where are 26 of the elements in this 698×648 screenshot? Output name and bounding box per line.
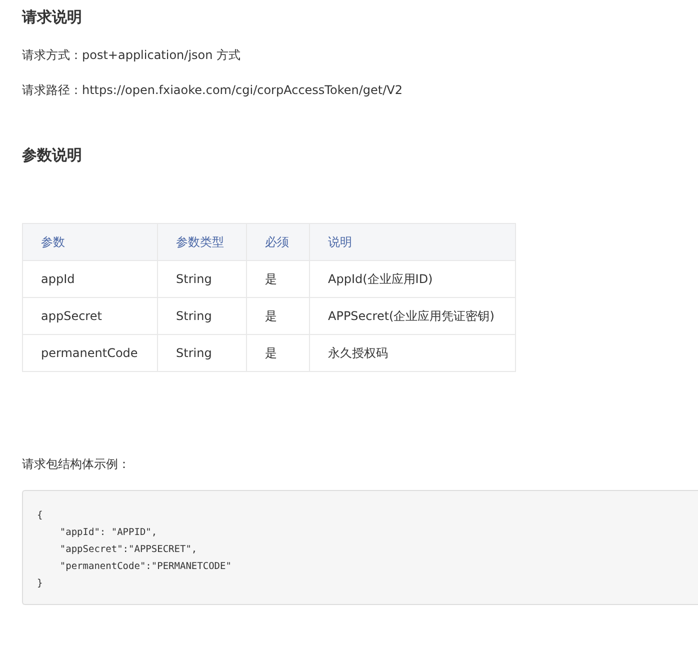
section-heading: 参数说明 xyxy=(22,145,83,166)
table-cell: 是 xyxy=(246,298,310,334)
section-heading: 请求说明 xyxy=(22,7,83,28)
code-line: "appSecret":"APPSECRET", xyxy=(58,543,198,557)
table-cell: APPSecret(企业应用凭证密钥) xyxy=(310,298,516,334)
example-label: 请求包结构体示例： xyxy=(22,456,131,473)
code-line: } xyxy=(37,577,43,591)
info-line: 请求路径：https://open.fxiaoke.com/cgi/corpAccessToken/get/V2 xyxy=(22,82,404,99)
table-cell: AppId(企业应用ID) xyxy=(310,260,516,298)
code-line: "permanentCode":"PERMANETCODE" xyxy=(58,560,232,574)
column-header: 参数类型 xyxy=(158,224,246,260)
table-cell: 永久授权码 xyxy=(310,334,516,372)
code-line: "appId": "APPID", xyxy=(58,526,158,540)
table-cell: permanentCode xyxy=(22,334,158,372)
table-cell: 是 xyxy=(246,260,310,298)
table-cell: appId xyxy=(22,260,158,298)
column-header: 说明 xyxy=(310,224,516,260)
table-cell: appSecret xyxy=(22,298,158,334)
table-cell: String xyxy=(158,334,246,372)
table-cell: String xyxy=(158,298,246,334)
column-header: 必须 xyxy=(246,224,310,260)
info-line: 请求方式：post+application/json 方式 xyxy=(22,47,242,64)
table-cell: 是 xyxy=(246,334,310,372)
column-header: 参数 xyxy=(22,224,158,260)
table-cell: String xyxy=(158,260,246,298)
code-line: { xyxy=(37,509,43,523)
